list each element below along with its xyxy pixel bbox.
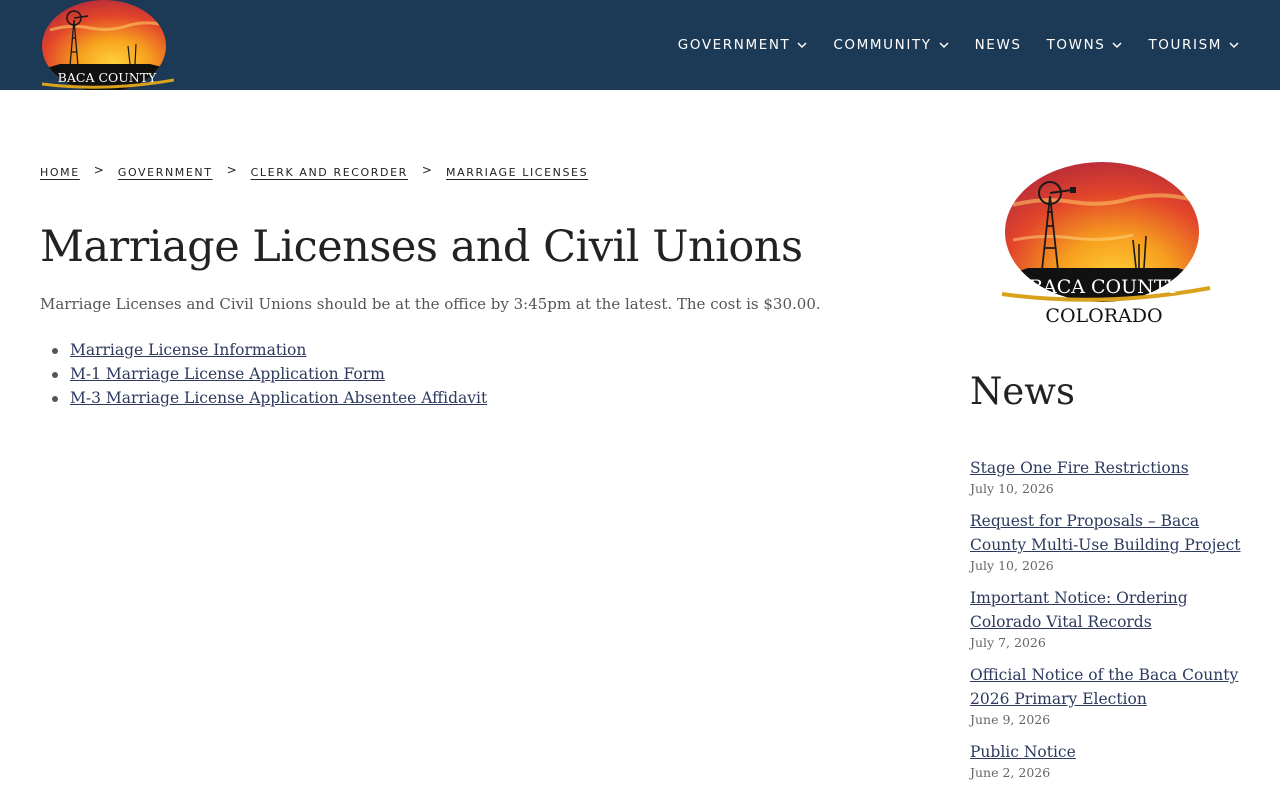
news-date: June 2, 2026 xyxy=(970,765,1051,780)
news-heading: News xyxy=(970,370,1075,413)
news-item: Public Notice June 2, 2026 xyxy=(970,740,1250,782)
document-link-list: Marriage License Information M-1 Marriag… xyxy=(40,338,487,410)
news-list: Stage One Fire Restrictions July 10, 202… xyxy=(970,456,1250,793)
news-link[interactable]: Public Notice xyxy=(970,740,1250,764)
news-date: July 7, 2026 xyxy=(970,635,1046,650)
news-date: July 10, 2026 xyxy=(970,481,1054,496)
news-item: Stage One Fire Restrictions July 10, 202… xyxy=(970,456,1250,498)
list-item: M-1 Marriage License Application Form xyxy=(40,362,487,386)
nav-towns-label: TOWNS xyxy=(1046,37,1106,53)
svg-text:BACA COUNTY: BACA COUNTY xyxy=(1029,276,1179,298)
chevron-down-icon xyxy=(797,42,807,49)
nav-community[interactable]: COMMUNITY xyxy=(833,37,949,53)
site-header: BACA COUNTY GOVERNMENT COMMUNITY NEWS TO… xyxy=(0,0,1280,90)
link-m3-absentee-affidavit[interactable]: M-3 Marriage License Application Absente… xyxy=(70,389,487,407)
baca-county-logo[interactable]: BACA COUNTY xyxy=(40,0,174,90)
news-item: Important Notice: Ordering Colorado Vita… xyxy=(970,586,1250,652)
baca-county-colorado-logo: BACA COUNTY COLORADO xyxy=(1001,162,1211,327)
page-title: Marriage Licenses and Civil Unions xyxy=(40,222,803,272)
nav-news-label: NEWS xyxy=(974,37,1022,53)
svg-text:BACA COUNTY: BACA COUNTY xyxy=(58,70,157,85)
breadcrumb-home[interactable]: HOME xyxy=(40,166,80,179)
nav-community-label: COMMUNITY xyxy=(833,37,932,53)
chevron-down-icon xyxy=(939,42,949,49)
news-date: July 10, 2026 xyxy=(970,558,1054,573)
news-date: June 9, 2026 xyxy=(970,712,1051,727)
chevron-down-icon xyxy=(1229,42,1239,49)
breadcrumb-marriage-licenses[interactable]: MARRIAGE LICENSES xyxy=(446,166,588,179)
main-nav: GOVERNMENT COMMUNITY NEWS TOWNS TOURISM xyxy=(678,0,1240,90)
nav-government-label: GOVERNMENT xyxy=(677,37,791,53)
breadcrumb-separator: > xyxy=(421,163,432,177)
breadcrumb: HOME > GOVERNMENT > CLERK AND RECORDER >… xyxy=(40,163,588,179)
chevron-down-icon xyxy=(1112,42,1122,49)
breadcrumb-government[interactable]: GOVERNMENT xyxy=(118,166,213,179)
nav-tourism-label: TOURISM xyxy=(1148,37,1222,53)
nav-government[interactable]: GOVERNMENT xyxy=(678,37,809,53)
intro-text: Marriage Licenses and Civil Unions shoul… xyxy=(40,295,821,313)
breadcrumb-separator: > xyxy=(93,163,104,177)
nav-tourism[interactable]: TOURISM xyxy=(1148,37,1240,53)
news-item: Official Notice of the Baca County 2026 … xyxy=(970,663,1250,729)
breadcrumb-separator: > xyxy=(226,163,237,177)
news-link[interactable]: Request for Proposals – Baca County Mult… xyxy=(970,509,1250,557)
nav-towns[interactable]: TOWNS xyxy=(1047,37,1124,53)
list-item: Marriage License Information xyxy=(40,338,487,362)
svg-text:COLORADO: COLORADO xyxy=(1045,305,1162,327)
list-item: M-3 Marriage License Application Absente… xyxy=(40,386,487,410)
news-item: Request for Proposals – Baca County Mult… xyxy=(970,509,1250,575)
link-marriage-license-information[interactable]: Marriage License Information xyxy=(70,341,306,359)
nav-news[interactable]: NEWS xyxy=(975,37,1022,53)
link-m1-application-form[interactable]: M-1 Marriage License Application Form xyxy=(70,365,385,383)
breadcrumb-clerk-and-recorder[interactable]: CLERK AND RECORDER xyxy=(251,166,408,179)
news-link[interactable]: Important Notice: Ordering Colorado Vita… xyxy=(970,586,1250,634)
news-link[interactable]: Stage One Fire Restrictions xyxy=(970,456,1250,480)
news-link[interactable]: Official Notice of the Baca County 2026 … xyxy=(970,663,1250,711)
